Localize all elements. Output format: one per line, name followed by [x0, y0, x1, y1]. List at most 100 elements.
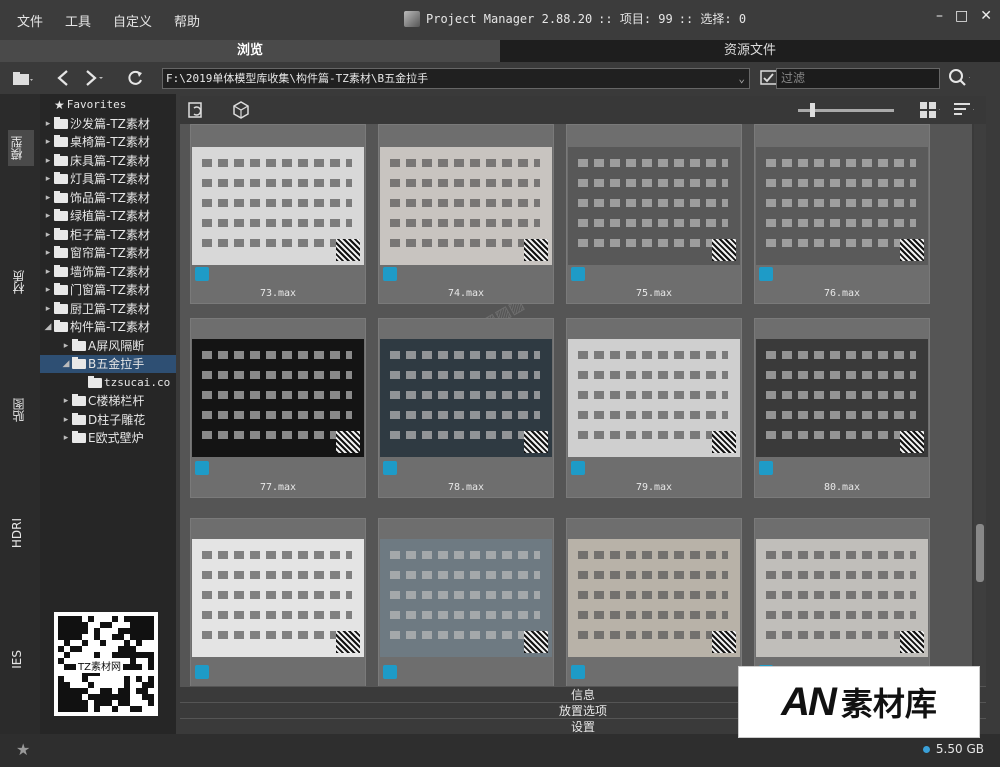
menu-customize[interactable]: 自定义: [102, 11, 163, 30]
tree-item[interactable]: ◢ B五金拉手: [40, 355, 176, 373]
thumbnail-object: [578, 371, 728, 379]
tree-item[interactable]: ▸ 绿植篇-TZ素材: [40, 207, 176, 225]
chevron-right-icon[interactable]: ▸: [42, 226, 54, 244]
slider-handle[interactable]: [810, 103, 815, 117]
thumbnail-qr-icon: [712, 431, 736, 453]
chevron-right-icon[interactable]: ▸: [42, 244, 54, 262]
file-card[interactable]: 74.max: [378, 124, 554, 304]
vtab-hdri[interactable]: HDRI: [10, 518, 32, 548]
tree-item[interactable]: ▸ A屏风隔断: [40, 337, 176, 355]
folder-icon: [54, 320, 68, 332]
search-icon[interactable]: [948, 68, 970, 88]
thumbnail-object: [390, 431, 540, 439]
tree-item[interactable]: ▸ 柜子篇-TZ素材: [40, 226, 176, 244]
file-card[interactable]: [378, 518, 554, 686]
file-card[interactable]: 78.max: [378, 318, 554, 498]
chevron-right-icon[interactable]: ▸: [60, 337, 72, 355]
chevron-right-icon[interactable]: ▸: [42, 115, 54, 133]
thumbnail-object: [578, 179, 728, 187]
app-name: Project Manager 2.88.20: [426, 11, 593, 26]
file-card[interactable]: 80.max: [754, 318, 930, 498]
file-card[interactable]: 75.max: [566, 124, 742, 304]
minimize-button[interactable]: –: [936, 8, 943, 24]
tree-item[interactable]: ▸ D柱子雕花: [40, 411, 176, 429]
package-icon[interactable]: [230, 100, 252, 120]
close-button[interactable]: ✕: [980, 8, 992, 24]
menu-file[interactable]: 文件: [6, 11, 54, 30]
menu-tools[interactable]: 工具: [54, 11, 102, 30]
chevron-right-icon[interactable]: ▸: [42, 207, 54, 225]
vtab-ies[interactable]: IES: [10, 650, 32, 669]
max-file-icon: [195, 665, 209, 679]
chevron-right-icon[interactable]: ▸: [42, 189, 54, 207]
filter-input[interactable]: 过滤: [776, 68, 940, 89]
vtab-models[interactable]: 模型: [8, 130, 34, 166]
refresh-icon[interactable]: [124, 68, 146, 88]
thumbnail-object: [766, 371, 916, 379]
window-title: Project Manager 2.88.20 :: 项目: 99 :: 选择:…: [404, 10, 746, 27]
thumbnail-size-slider[interactable]: [798, 103, 894, 117]
path-field[interactable]: F:\2019单体模型库收集\构件篇-TZ素材\B五金拉手 ⌄: [162, 68, 750, 89]
folder-icon: [72, 357, 86, 369]
vtab-maps[interactable]: 贴图: [10, 398, 32, 422]
file-card[interactable]: 73.max: [190, 124, 366, 304]
vtab-materials[interactable]: 材质: [10, 270, 32, 294]
maximize-button[interactable]: □: [955, 8, 968, 24]
tree-item[interactable]: ▸ 沙发篇-TZ素材: [40, 115, 176, 133]
chevron-right-icon[interactable]: ▸: [42, 133, 54, 151]
folder-menu-icon[interactable]: [12, 68, 34, 88]
tree-item[interactable]: ▸ 桌椅篇-TZ素材: [40, 133, 176, 151]
file-card[interactable]: 76.max: [754, 124, 930, 304]
chevron-right-icon[interactable]: ▸: [42, 152, 54, 170]
tab-browse[interactable]: 浏览: [0, 40, 500, 62]
chevron-right-icon[interactable]: ▸: [60, 411, 72, 429]
tree-item[interactable]: ▸ 门窗篇-TZ素材: [40, 281, 176, 299]
chevron-down-icon[interactable]: ◢: [60, 355, 72, 373]
menu-help[interactable]: 帮助: [163, 11, 211, 30]
tree-item[interactable]: ★ Favorites: [40, 96, 176, 114]
chevron-right-icon[interactable]: ▸: [60, 429, 72, 447]
grid-scrollbar[interactable]: [974, 124, 986, 686]
tab-resource-files[interactable]: 资源文件: [500, 40, 1000, 62]
thumbnail-object: [390, 179, 540, 187]
thumbnail-object: [202, 431, 352, 439]
scrollbar-thumb[interactable]: [976, 524, 984, 582]
thumbnail-object: [578, 199, 728, 207]
back-icon[interactable]: [52, 68, 74, 88]
favorite-star-icon[interactable]: ★: [16, 740, 30, 759]
chevron-right-icon[interactable]: ▸: [42, 170, 54, 188]
tree-item[interactable]: ◢ 构件篇-TZ素材: [40, 318, 176, 336]
thumbnail-qr-icon: [524, 239, 548, 261]
thumbnail-object: [766, 611, 916, 619]
chevron-right-icon[interactable]: ▸: [42, 263, 54, 281]
sync-icon[interactable]: [186, 100, 208, 120]
thumbnail-object: [202, 571, 352, 579]
file-card[interactable]: 77.max: [190, 318, 366, 498]
chevron-right-icon[interactable]: ▸: [42, 281, 54, 299]
chevron-right-icon[interactable]: ▸: [60, 392, 72, 410]
file-card[interactable]: [566, 518, 742, 686]
tree-item[interactable]: ▸ 饰品篇-TZ素材: [40, 189, 176, 207]
folder-icon: [88, 375, 102, 388]
chevron-down-icon[interactable]: ◢: [42, 318, 54, 336]
tree-item[interactable]: ▸ C楼梯栏杆: [40, 392, 176, 410]
tree-item[interactable]: ▸ 墙饰篇-TZ素材: [40, 263, 176, 281]
file-card[interactable]: 79.max: [566, 318, 742, 498]
forward-icon[interactable]: [84, 68, 106, 88]
app-logo-icon: [404, 10, 420, 27]
tree-item[interactable]: ▸ 厨卫篇-TZ素材: [40, 300, 176, 318]
max-file-icon: [571, 665, 585, 679]
tree-item[interactable]: ▸ E欧式壁炉: [40, 429, 176, 447]
tree-item-label: tzsucai.co: [104, 375, 171, 389]
tree-item[interactable]: ▸ 灯具篇-TZ素材: [40, 170, 176, 188]
chevron-right-icon[interactable]: ▸: [42, 300, 54, 318]
file-card[interactable]: [190, 518, 366, 686]
grid-view-icon[interactable]: [918, 100, 940, 120]
tree-item[interactable]: tzsucai.co: [40, 374, 176, 392]
tree-item[interactable]: ▸ 床具篇-TZ素材: [40, 152, 176, 170]
sort-icon[interactable]: [952, 100, 974, 120]
path-dropdown-icon[interactable]: ⌄: [738, 69, 745, 88]
file-card[interactable]: [754, 518, 930, 686]
main-tabs: 浏览 资源文件: [0, 40, 1000, 62]
tree-item[interactable]: ▸ 窗帘篇-TZ素材: [40, 244, 176, 262]
